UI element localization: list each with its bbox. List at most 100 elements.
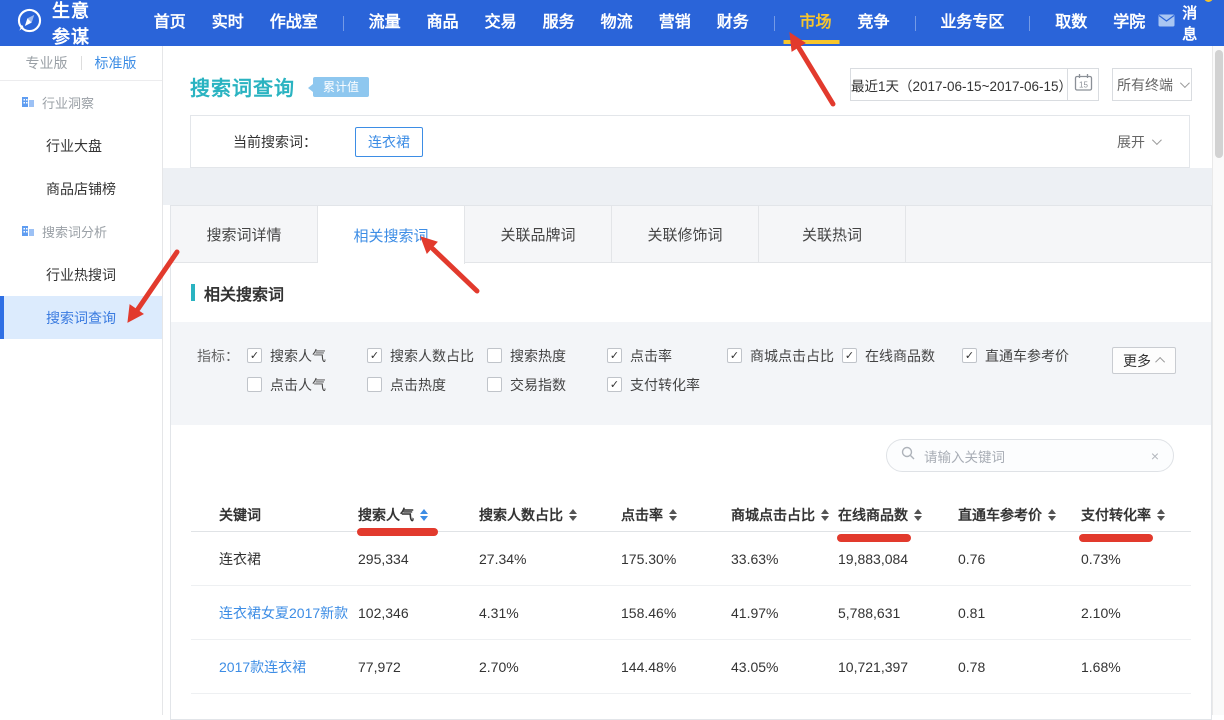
nav-item-marketing[interactable]: 营销 [659, 0, 691, 46]
cell-value: 5,788,631 [838, 605, 958, 621]
col-header-online-products[interactable]: 在线商品数 [838, 505, 958, 525]
nav-item-finance[interactable]: 财务 [717, 0, 749, 46]
nav-divider [774, 16, 775, 31]
nav-item-data-extract[interactable]: 取数 [1055, 0, 1087, 46]
nav-item-academy[interactable]: 学院 [1113, 0, 1145, 46]
scrollbar-thumb[interactable] [1215, 50, 1223, 158]
nav-item-traffic[interactable]: 流量 [369, 0, 401, 46]
nav-item-competition[interactable]: 竞争 [858, 0, 890, 46]
nav-item-service[interactable]: 服务 [543, 0, 575, 46]
chevron-down-icon [1152, 135, 1162, 145]
metric-checkbox-trade-index[interactable]: 交易指数 [487, 375, 607, 395]
nav-item-war-room[interactable]: 作战室 [270, 0, 318, 46]
nav-item-business-zone[interactable]: 业务专区 [940, 0, 1004, 46]
tab-related-hot-words[interactable]: 关联热词 [759, 206, 906, 262]
background-band [163, 168, 1224, 205]
sidebar-group-industry-insight: 行业洞察 [0, 81, 162, 124]
nav-item-logistics[interactable]: 物流 [601, 0, 633, 46]
keyword-search-input[interactable]: 请输入关键词 × [886, 439, 1174, 472]
metric-checkbox-click-rate[interactable]: 点击率 [607, 346, 727, 366]
metric-checkbox-click-heat[interactable]: 点击热度 [367, 375, 487, 395]
expand-label: 展开 [1117, 132, 1145, 152]
sort-icon[interactable] [569, 509, 577, 521]
cell-keyword-link[interactable]: 2017款连衣裙 [219, 657, 358, 677]
checkbox-icon[interactable] [247, 377, 262, 392]
nav-item-product[interactable]: 商品 [427, 0, 459, 46]
sidebar-group-label: 行业洞察 [42, 93, 94, 112]
checkbox-icon[interactable] [487, 377, 502, 392]
sort-icon[interactable] [1157, 509, 1165, 521]
cell-value: 2.70% [479, 659, 621, 675]
version-tab-standard[interactable]: 标准版 [95, 53, 137, 73]
col-header-searcher-ratio[interactable]: 搜索人数占比 [479, 505, 621, 525]
metric-checkbox-search-popularity[interactable]: 搜索人气 [247, 346, 367, 366]
nav-item-trade[interactable]: 交易 [485, 0, 517, 46]
tab-search-word-detail[interactable]: 搜索词详情 [171, 206, 318, 262]
table-header-row: 关键词 搜索人气 搜索人数占比 点击率 商城点击占比 [191, 499, 1191, 532]
col-header-mall-click-ratio[interactable]: 商城点击占比 [731, 505, 838, 525]
col-header-payment-conversion[interactable]: 支付转化率 [1081, 505, 1191, 525]
calendar-button[interactable]: 15 [1067, 68, 1099, 101]
top-navbar: 生意参谋 首页 实时 作战室 流量 商品 交易 服务 物流 营销 财务 市场 竞… [0, 0, 1224, 46]
metric-checkbox-search-heat[interactable]: 搜索热度 [487, 346, 607, 366]
metric-checkbox-ztc-ref-price[interactable]: 直通车参考价 [962, 346, 1092, 366]
sort-icon[interactable] [669, 509, 677, 521]
date-range-picker[interactable]: 最近1天（2017-06-15~2017-06-15） [850, 68, 1068, 101]
app-logo[interactable]: 生意参谋 [16, 0, 107, 49]
sort-icon[interactable] [420, 509, 428, 521]
tab-related-modifier-words[interactable]: 关联修饰词 [612, 206, 759, 262]
checkbox-icon[interactable] [842, 348, 857, 363]
nav-item-market[interactable]: 市场 [800, 0, 832, 46]
checkbox-icon[interactable] [367, 377, 382, 392]
metric-checkbox-online-products[interactable]: 在线商品数 [842, 346, 962, 366]
page-scrollbar[interactable] [1212, 46, 1224, 715]
checkbox-icon[interactable] [962, 348, 977, 363]
metric-checkbox-payment-conversion[interactable]: 支付转化率 [607, 375, 727, 395]
tab-related-brand-words[interactable]: 关联品牌词 [465, 206, 612, 262]
metric-checkbox-searcher-ratio[interactable]: 搜索人数占比 [367, 346, 487, 366]
checkbox-icon[interactable] [487, 348, 502, 363]
cell-value: 0.78 [958, 659, 1081, 675]
metric-label: 点击人气 [270, 375, 326, 395]
metric-label: 支付转化率 [630, 375, 700, 395]
col-header-search-popularity[interactable]: 搜索人气 [358, 505, 479, 525]
tab-related-search-words[interactable]: 相关搜索词 [318, 206, 465, 264]
current-keyword-chip[interactable]: 连衣裙 [355, 127, 423, 157]
sort-icon[interactable] [914, 509, 922, 521]
table-search-row: 请输入关键词 × [171, 425, 1211, 499]
checkbox-icon[interactable] [367, 348, 382, 363]
terminal-select[interactable]: 所有终端 [1112, 68, 1192, 101]
sidebar-item-search-word-query[interactable]: 搜索词查询 [0, 296, 162, 339]
chevron-down-icon [1180, 78, 1190, 88]
checkbox-icon[interactable] [607, 348, 622, 363]
checkbox-icon[interactable] [247, 348, 262, 363]
sidebar-item-industry-hot-words[interactable]: 行业热搜词 [0, 253, 162, 296]
col-header-click-rate[interactable]: 点击率 [621, 505, 731, 525]
metric-checkbox-click-popularity[interactable]: 点击人气 [247, 375, 367, 395]
col-header-ztc-ref-price[interactable]: 直通车参考价 [958, 505, 1081, 525]
sidebar-item-industry-overview[interactable]: 行业大盘 [0, 124, 162, 167]
messages-entry[interactable]: 消息 [1158, 2, 1208, 44]
sort-icon[interactable] [821, 509, 829, 521]
metric-label: 点击热度 [390, 375, 446, 395]
related-search-table: 关键词 搜索人气 搜索人数占比 点击率 商城点击占比 [191, 499, 1191, 694]
clear-icon[interactable]: × [1151, 449, 1159, 463]
cell-value: 144.48% [621, 659, 731, 675]
sidebar-item-product-shop-rank[interactable]: 商品店铺榜 [0, 167, 162, 210]
checkbox-icon[interactable] [607, 377, 622, 392]
version-tab-pro[interactable]: 专业版 [26, 53, 68, 73]
chevron-up-icon [1155, 357, 1165, 367]
checkbox-icon[interactable] [727, 348, 742, 363]
more-label: 更多 [1123, 351, 1151, 371]
expand-toggle[interactable]: 展开 [1117, 132, 1159, 152]
cell-keyword: 连衣裙 [219, 549, 358, 569]
nav-divider [1029, 16, 1030, 31]
nav-item-home[interactable]: 首页 [154, 0, 186, 46]
nav-item-realtime[interactable]: 实时 [212, 0, 244, 46]
sort-icon[interactable] [1048, 509, 1056, 521]
cell-keyword-link[interactable]: 连衣裙女夏2017新款 [219, 603, 358, 623]
more-button[interactable]: 更多 [1112, 347, 1176, 374]
left-sidebar: 专业版 标准版 行业洞察 行业大盘 商品店铺榜 搜索词分析 行业热搜词 搜索词查 [0, 46, 163, 715]
metric-checkbox-mall-click-ratio[interactable]: 商城点击占比 [727, 346, 842, 366]
metric-label: 搜索热度 [510, 346, 566, 366]
